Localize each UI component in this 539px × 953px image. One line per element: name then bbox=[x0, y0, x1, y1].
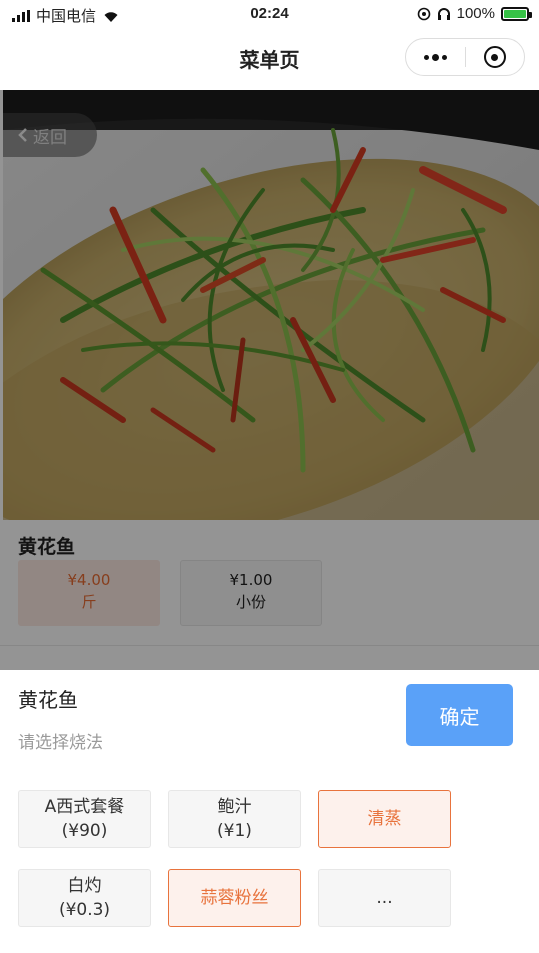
option-name: A西式套餐 bbox=[44, 797, 125, 817]
option-garlic-vermicelli[interactable]: 蒜蓉粉丝 bbox=[168, 869, 301, 927]
close-miniprogram-button[interactable] bbox=[466, 39, 525, 75]
nav-bar: 菜单页 bbox=[0, 30, 539, 88]
option-name: ... bbox=[376, 888, 393, 908]
cooking-method-sheet: 黄花鱼 请选择烧法 确定 A西式套餐 (¥90) 鲍汁 (¥1) 清蒸 白灼 (… bbox=[0, 670, 539, 953]
target-icon bbox=[483, 46, 506, 68]
option-price: (¥1) bbox=[217, 821, 252, 841]
option-more[interactable]: ... bbox=[318, 869, 451, 927]
location-lock-icon bbox=[417, 7, 430, 20]
battery-icon bbox=[501, 6, 532, 21]
sheet-title: 黄花鱼 bbox=[18, 688, 78, 712]
confirm-button[interactable]: 确定 bbox=[406, 684, 513, 746]
option-name: 清蒸 bbox=[367, 809, 402, 829]
option-price: (¥0.3) bbox=[58, 900, 111, 920]
more-button[interactable] bbox=[406, 39, 465, 75]
battery-percent: 100% bbox=[456, 5, 495, 22]
option-price: (¥90) bbox=[61, 821, 108, 841]
option-blanched[interactable]: 白灼 (¥0.3) bbox=[18, 869, 151, 927]
mini-program-capsule bbox=[405, 38, 525, 76]
option-name: 蒜蓉粉丝 bbox=[200, 888, 269, 908]
option-name: 白灼 bbox=[67, 876, 102, 896]
modal-overlay[interactable] bbox=[0, 90, 539, 670]
headphones-icon bbox=[437, 7, 450, 20]
more-dots-icon bbox=[423, 53, 447, 61]
option-steamed[interactable]: 清蒸 bbox=[318, 790, 451, 848]
option-name: 鲍汁 bbox=[217, 797, 252, 817]
option-abalone-sauce[interactable]: 鲍汁 (¥1) bbox=[168, 790, 301, 848]
status-bar: 中国电信 02:24 100% bbox=[0, 0, 539, 30]
sheet-subtitle: 请选择烧法 bbox=[18, 733, 103, 753]
option-western-set[interactable]: A西式套餐 (¥90) bbox=[18, 790, 151, 848]
